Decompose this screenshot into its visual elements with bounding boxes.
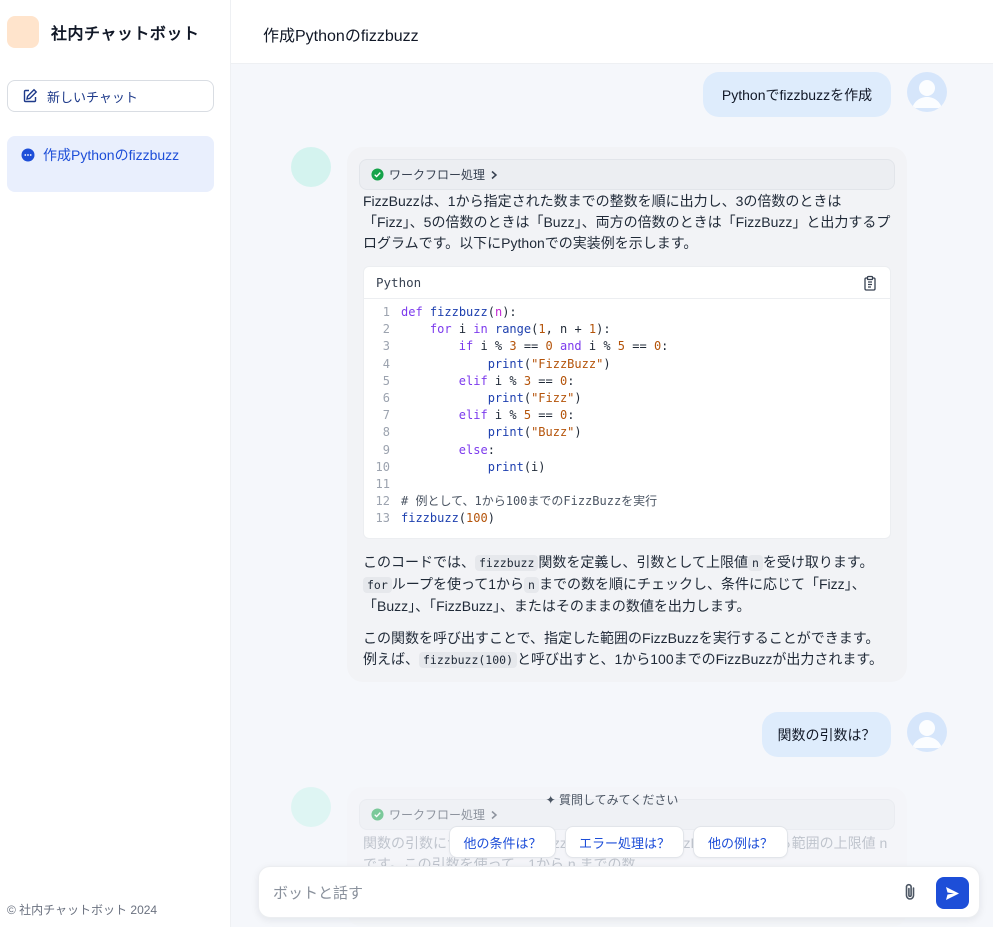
check-circle-icon [371, 808, 384, 821]
code-language: Python [376, 275, 422, 290]
code-text: print(i) [487, 459, 546, 474]
chat-title: 作成Pythonのfizzbuzz [263, 28, 419, 45]
code-text: def fizzbuzz(n): [401, 305, 517, 319]
code-line: 8 print("Buzz") [364, 424, 890, 441]
workflow-label: ワークフロー処理 [389, 168, 486, 182]
edit-icon [23, 88, 38, 103]
code-line: 3 if i % 3 == 0 and i % 5 == 0: [364, 338, 890, 355]
code-text: else: [458, 442, 495, 457]
code-header: Python [364, 267, 890, 299]
bot-explanation-text: このコードでは、 fizzbuzz 関数を定義し、引数として上限値 n を受け取ります。… [363, 552, 893, 617]
line-number: 9 [382, 442, 390, 457]
line-number: 13 [375, 511, 390, 526]
text-segment: と呼び出すと、1から100までのFizzBuzzが出力されます。 [517, 651, 883, 667]
code-text: print("FizzBuzz") [487, 356, 611, 371]
code-line: 13 fizzbuzz(100) [364, 510, 890, 527]
code-text: for i in range(1, n + 1): [429, 322, 611, 337]
code-text: elif i % 5 == 0: [458, 408, 575, 423]
text-segment: 関数を定義し、引数として上限値 [538, 554, 748, 570]
user-icon [912, 80, 942, 108]
chevron-right-icon [491, 810, 498, 819]
copyright: © 社内チャットボット 2024 [7, 903, 158, 917]
user-avatar [907, 712, 947, 752]
bot-intro-text: FizzBuzzは、1から指定された数までの整数を順に出力し、3の倍数のときは「… [363, 193, 891, 251]
text-segment: このコードでは、 [363, 554, 475, 570]
code-line: 7 elif i % 5 == 0: [364, 407, 890, 424]
send-button[interactable] [936, 877, 969, 909]
inline-code: for [363, 577, 392, 593]
user-message: Pythonでfizzbuzzを作成 [703, 72, 891, 117]
conversation-label: 作成Pythonのfizzbuzz [43, 147, 180, 163]
check-circle-icon [371, 168, 384, 181]
bot-avatar [291, 147, 331, 187]
message-input[interactable] [273, 880, 873, 906]
line-number: 7 [382, 408, 390, 423]
code-text: if i % 3 == 0 and i % 5 == 0: [458, 339, 669, 354]
chat-bubble-icon [21, 148, 35, 162]
line-number: 12 [375, 494, 390, 509]
inline-code: fizzbuzz [475, 555, 539, 571]
code-line: 9 else: [364, 442, 890, 459]
line-number: 5 [382, 373, 390, 388]
code-line: 12 # 例として、1から100までのFizzBuzzを実行 [364, 493, 890, 510]
paperclip-icon[interactable] [899, 881, 921, 903]
chat-header: 作成Pythonのfizzbuzz [231, 0, 993, 64]
chevron-right-icon [491, 170, 498, 179]
line-number: 6 [382, 390, 390, 405]
line-number: 2 [382, 322, 390, 337]
user-avatar [907, 72, 947, 112]
brand: 社内チャットボット [7, 16, 199, 48]
inline-code: n [524, 577, 539, 593]
code-body: 1 def fizzbuzz(n): 2 for i in range(1, n +… [364, 299, 890, 527]
new-chat-label: 新しいチャット [47, 89, 138, 105]
code-line: 10 print(i) [364, 459, 890, 476]
send-icon [946, 886, 959, 900]
inline-code: fizzbuzz(100) [419, 652, 518, 668]
line-number: 10 [375, 459, 390, 474]
chat-main: 作成Pythonのfizzbuzz Pythonでfizzbuzzを作成 ワーク… [231, 0, 993, 927]
line-number: 1 [382, 305, 390, 319]
code-line: 11 [364, 476, 890, 493]
app-name: 社内チャットボット [51, 26, 200, 43]
code-text: fizzbuzz(100) [401, 511, 495, 526]
code-text: print("Fizz") [487, 390, 582, 405]
code-line: 4 print("FizzBuzz") [364, 356, 890, 373]
user-icon [912, 720, 942, 748]
new-chat-button[interactable]: 新しいチャット [7, 80, 214, 112]
inline-code: n [747, 555, 763, 571]
clipboard-icon[interactable] [862, 275, 878, 291]
code-text: print("Buzz") [487, 425, 582, 440]
suggestion-chip[interactable]: エラー処理は？ [565, 826, 684, 858]
bot-message: ワークフロー処理 FizzBuzzは、1から指定された数までの整数を順に出力し、… [347, 147, 907, 682]
bot-usage-text: この関数を呼び出すことで、指定した範囲のFizzBuzzを実行することができます… [363, 628, 893, 671]
user-message: 関数の引数は？ [762, 712, 891, 757]
suggestion-chip[interactable]: 他の条件は？ [449, 826, 556, 858]
conversation-item[interactable]: 作成Pythonのfizzbuzz [7, 136, 214, 192]
code-text: # 例として、1から100までのFizzBuzzを実行 [401, 494, 658, 509]
code-line: 5 elif i % 3 == 0: [364, 373, 890, 390]
code-line: 1 def fizzbuzz(n): [364, 304, 890, 321]
code-line: 2 for i in range(1, n + 1): [364, 321, 890, 338]
suggestion-chip[interactable]: 他の例は？ [693, 826, 788, 858]
code-line: 6 print("Fizz") [364, 390, 890, 407]
suggestions-title: ✦ 質問してみてください [545, 793, 679, 807]
code-text: elif i % 3 == 0: [458, 373, 575, 388]
sidebar: 社内チャットボット 新しいチャット 作成Pythonのfizzbuzz © 社内… [0, 0, 231, 927]
text-segment: を受け取ります。 [762, 554, 874, 570]
line-number: 8 [382, 425, 390, 440]
message-composer [258, 866, 980, 918]
workflow-label: ワークフロー処理 [389, 808, 486, 822]
app-logo [7, 16, 39, 48]
code-block: Python 1 def fizzbuzz(n): 2 for i in range… [363, 266, 891, 539]
line-number: 3 [382, 339, 390, 354]
text-segment: ループを使って1から [391, 576, 525, 592]
line-number: 4 [382, 356, 390, 371]
workflow-toggle[interactable]: ワークフロー処理 [359, 159, 895, 190]
line-number: 11 [375, 476, 390, 491]
